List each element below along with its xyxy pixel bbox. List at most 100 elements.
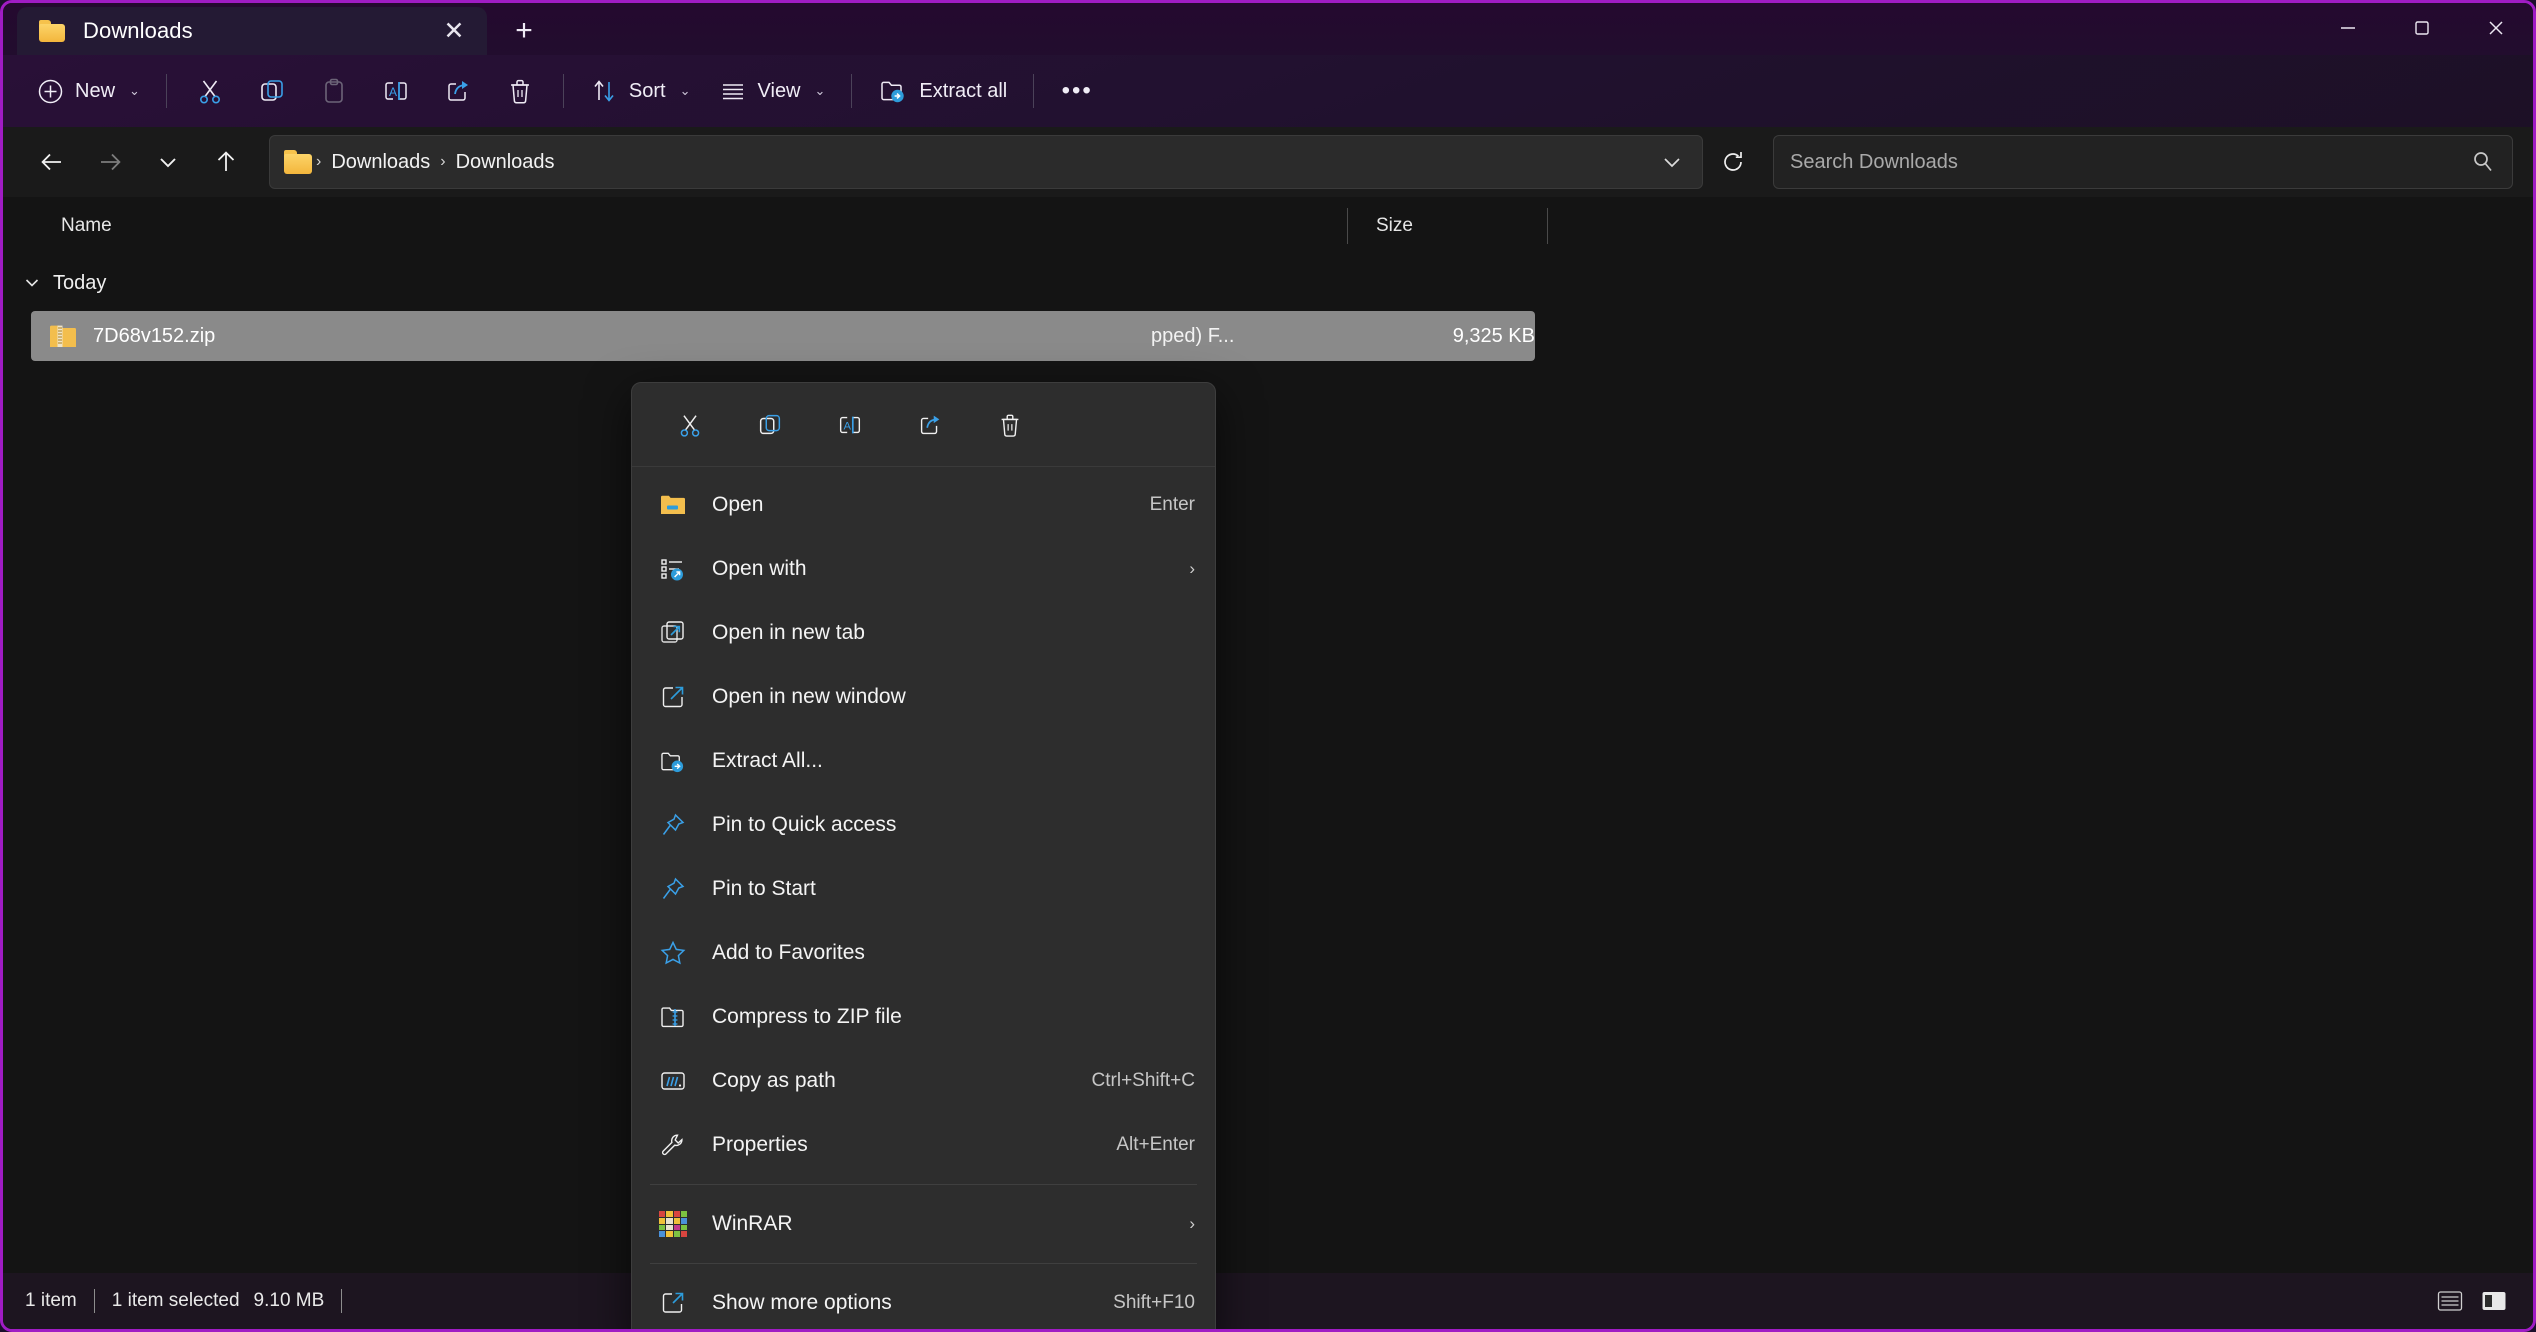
recent-locations-button[interactable]: [139, 135, 197, 189]
maximize-button[interactable]: [2385, 3, 2459, 53]
close-button[interactable]: [2459, 3, 2533, 53]
context-item-properties[interactable]: Properties Alt+Enter: [632, 1113, 1215, 1177]
cut-button[interactable]: [179, 65, 241, 117]
sort-button[interactable]: Sort ⌄: [576, 65, 705, 117]
properties-icon: [654, 1132, 692, 1158]
folder-icon: [39, 20, 65, 42]
group-header-today[interactable]: Today: [3, 255, 2533, 311]
pin-icon: [654, 812, 692, 838]
context-item-accelerator: Enter: [1150, 494, 1195, 516]
context-item-add-to-favorites[interactable]: Add to Favorites: [632, 921, 1215, 985]
search-box[interactable]: [1773, 135, 2513, 189]
see-more-button[interactable]: •••: [1046, 65, 1108, 117]
context-menu: A: [631, 382, 1216, 1332]
context-item-open[interactable]: Open Enter: [632, 473, 1215, 537]
context-item-pin-to-quick-access[interactable]: Pin to Quick access: [632, 793, 1215, 857]
view-label: View: [758, 80, 801, 103]
search-input[interactable]: [1790, 151, 2470, 174]
status-divider: [341, 1289, 342, 1313]
breadcrumb-item-1[interactable]: Downloads: [450, 151, 561, 174]
open-with-icon: [654, 557, 692, 581]
context-delete-button[interactable]: [970, 396, 1050, 454]
table-row[interactable]: 7D68v152.zip pped) F... 9,325 KB: [31, 311, 1535, 361]
refresh-button[interactable]: [1705, 135, 1761, 189]
extract-all-button[interactable]: Extract all: [864, 65, 1021, 117]
context-item-label: Extract All...: [712, 749, 1195, 773]
file-size-cell: 9,325 KB: [1349, 325, 1535, 348]
pin-icon: [654, 876, 692, 902]
context-item-open-in-new-tab[interactable]: Open in new tab: [632, 601, 1215, 665]
copy-button[interactable]: [241, 65, 303, 117]
context-item-pin-to-start[interactable]: Pin to Start: [632, 857, 1215, 921]
context-menu-divider: [650, 1263, 1197, 1264]
breadcrumb-dropdown-icon[interactable]: [1648, 151, 1696, 173]
context-rename-button[interactable]: A: [810, 396, 890, 454]
context-item-open-in-new-window[interactable]: Open in new window: [632, 665, 1215, 729]
context-item-label: Pin to Quick access: [712, 813, 1195, 837]
context-item-label: Open: [712, 493, 1136, 517]
context-item-copy-as-path[interactable]: Copy as path Ctrl+Shift+C: [632, 1049, 1215, 1113]
context-copy-button[interactable]: [730, 396, 810, 454]
chevron-down-icon: ⌄: [680, 83, 691, 99]
context-item-label: Open in new window: [712, 685, 1195, 709]
toolbar-divider: [851, 74, 852, 108]
window-controls: [2311, 3, 2533, 53]
refresh-icon: [1720, 149, 1746, 175]
new-button-label: New: [75, 80, 115, 103]
copy-icon: [257, 76, 287, 106]
context-share-button[interactable]: [890, 396, 970, 454]
extract-all-icon: [878, 76, 908, 106]
svg-text:A: A: [843, 420, 851, 432]
context-item-compress-to-zip[interactable]: Compress to ZIP file: [632, 985, 1215, 1049]
new-button[interactable]: New ⌄: [23, 65, 154, 117]
breadcrumb[interactable]: › Downloads › Downloads: [269, 135, 1703, 189]
share-icon: [443, 76, 473, 106]
context-item-extract-all[interactable]: Extract All...: [632, 729, 1215, 793]
column-headers: Name Size: [3, 197, 2533, 255]
context-item-accelerator: Ctrl+Shift+C: [1092, 1070, 1195, 1092]
chevron-right-icon: ›: [1171, 559, 1195, 579]
view-button[interactable]: View ⌄: [705, 65, 840, 117]
details-view-icon[interactable]: [2433, 1286, 2467, 1316]
column-header-name[interactable]: Name: [3, 197, 1348, 255]
back-button[interactable]: [23, 135, 81, 189]
column-header-size[interactable]: Size: [1348, 197, 1548, 255]
toolbar-divider: [563, 74, 564, 108]
tab-downloads[interactable]: Downloads ✕: [17, 7, 487, 55]
paste-icon: [319, 76, 349, 106]
title-bar: Downloads ✕ +: [3, 3, 2533, 55]
context-item-label: Add to Favorites: [712, 941, 1195, 965]
view-toggle-group: [2433, 1286, 2511, 1316]
folder-open-icon: [654, 494, 692, 516]
delete-icon: [505, 76, 535, 106]
minimize-button[interactable]: [2311, 3, 2385, 53]
compress-zip-icon: [654, 1005, 692, 1029]
tiles-view-icon[interactable]: [2477, 1286, 2511, 1316]
file-list-area: Name Size Today: [3, 197, 2533, 1273]
context-item-label: Show more options: [712, 1291, 1099, 1315]
toolbar-divider: [1033, 74, 1034, 108]
column-header-size-label: Size: [1376, 215, 1413, 237]
chevron-down-icon: ⌄: [815, 83, 826, 99]
plus-circle-icon: [37, 78, 64, 105]
chevron-down-icon[interactable]: [23, 274, 41, 292]
search-icon[interactable]: [2470, 149, 2496, 175]
delete-button[interactable]: [489, 65, 551, 117]
column-divider[interactable]: [1547, 208, 1548, 244]
context-item-winrar[interactable]: WinRAR ›: [632, 1192, 1215, 1256]
close-icon[interactable]: ✕: [437, 14, 471, 48]
share-button[interactable]: [427, 65, 489, 117]
new-tab-icon: [654, 620, 692, 646]
context-cut-button[interactable]: [650, 396, 730, 454]
rename-button[interactable]: A: [365, 65, 427, 117]
context-item-open-with[interactable]: Open with ›: [632, 537, 1215, 601]
breadcrumb-item-0[interactable]: Downloads: [325, 151, 436, 174]
folder-icon: [284, 150, 312, 174]
new-tab-button[interactable]: +: [499, 7, 549, 55]
rename-icon: A: [836, 411, 864, 439]
up-button[interactable]: [197, 135, 255, 189]
context-item-show-more-options[interactable]: Show more options Shift+F10: [632, 1271, 1215, 1332]
status-divider: [94, 1289, 95, 1313]
sort-label: Sort: [629, 80, 666, 103]
svg-text:A: A: [389, 85, 397, 99]
